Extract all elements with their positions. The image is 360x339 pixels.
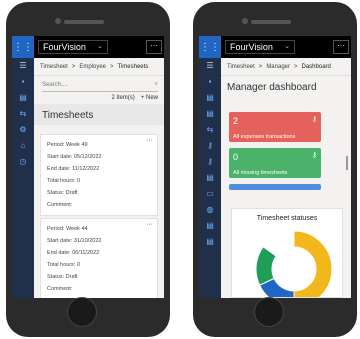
chevron-down-icon: ⌄ — [97, 43, 103, 50]
top-bar: ⋮⋮ FourVision ⌄ ··· — [12, 36, 164, 58]
dashboard-icon[interactable]: ▪ — [12, 74, 34, 90]
breadcrumb-separator: > — [71, 63, 76, 70]
hamburger-icon[interactable]: ☰ — [199, 58, 221, 74]
missing-timesheets-tile[interactable]: 0 ⚷ All missing timesheets — [229, 148, 321, 178]
card-hours: Total hours: 0 — [47, 178, 81, 184]
screen: ⋮⋮ FourVision ⌄ ··· ☰ ▪ ▤ ⇆ ⚙ ⌂ ◷ Timeshe… — [12, 36, 164, 298]
phone-manager: ⋮⋮ FourVision ⌄ ··· ☰ ▪ ▤ ▤ ⇆ ⚷ ⚷ ▤ ▭ ◍ ▤… — [193, 2, 357, 337]
card-hours: Total hours: 0 — [47, 262, 81, 268]
breadcrumb: Timesheet > Manager > Dashboard — [221, 58, 351, 76]
phone-employee: ⋮⋮ FourVision ⌄ ··· ☰ ▪ ▤ ⇆ ⚙ ⌂ ◷ Timeshe… — [6, 2, 170, 337]
search-input[interactable]: Search.... ⌕ — [42, 78, 158, 92]
card-comment: Comment: — [47, 286, 73, 292]
card-end: End date: 06/11/2022 — [47, 250, 100, 256]
card-comment: Comment: — [47, 202, 73, 208]
card-status: Status: Draft — [47, 190, 78, 196]
chat-icon[interactable]: ▭ — [199, 186, 221, 202]
breadcrumb-current: Timesheets — [117, 63, 149, 70]
breadcrumb-item[interactable]: Manager — [266, 64, 290, 70]
key-icon[interactable]: ⚷ — [199, 154, 221, 170]
donut-chart — [255, 230, 333, 297]
document-icon[interactable]: ▤ — [199, 170, 221, 186]
camera — [55, 18, 61, 24]
globe-icon[interactable]: ◍ — [199, 202, 221, 218]
grid-icon[interactable]: ⋮⋮ — [12, 36, 34, 58]
card-end: End date: 11/12/2022 — [47, 166, 100, 172]
camera — [242, 18, 248, 24]
home-icon[interactable]: ⌂ — [12, 138, 34, 154]
page-title: Timesheets — [34, 104, 164, 125]
app-switcher[interactable]: FourVision ⌄ — [225, 40, 295, 54]
top-bar: ⋮⋮ FourVision ⌄ ··· — [199, 36, 351, 58]
breadcrumb-item[interactable]: Timesheet — [40, 64, 68, 70]
nav-rail: ☰ ▪ ▤ ⇆ ⚙ ⌂ ◷ — [12, 58, 34, 298]
next-tile[interactable] — [229, 184, 321, 190]
nav-rail: ☰ ▪ ▤ ▤ ⇆ ⚷ ⚷ ▤ ▭ ◍ ▤ ▤ — [199, 58, 221, 298]
card-period: Period: Week 49 — [47, 142, 88, 148]
main-content: Timesheet > Manager > Dashboard Manager … — [221, 58, 351, 298]
expense-icon[interactable]: ⇆ — [199, 122, 221, 138]
card-start: Start date: 05/12/2022 — [47, 154, 102, 160]
app-name: FourVision — [43, 42, 86, 52]
main-content: Timesheet > Employee > Timesheets Search… — [34, 58, 164, 298]
screen: ⋮⋮ FourVision ⌄ ··· ☰ ▪ ▤ ▤ ⇆ ⚷ ⚷ ▤ ▭ ◍ ▤… — [199, 36, 351, 298]
speaker — [64, 20, 104, 24]
document-icon[interactable]: ▤ — [199, 218, 221, 234]
app-name: FourVision — [230, 42, 273, 52]
breadcrumb-separator: > — [294, 63, 298, 70]
grid-icon[interactable]: ⋮⋮ — [199, 36, 221, 58]
new-button[interactable]: + New — [141, 95, 158, 101]
search-icon[interactable]: ⌕ — [155, 81, 158, 88]
card-title: Timesheet statuses — [256, 215, 318, 222]
page-title: Manager dashboard — [227, 82, 317, 93]
document-icon[interactable]: ▤ — [199, 90, 221, 106]
hamburger-icon[interactable]: ☰ — [12, 58, 34, 74]
tile-label: All missing timesheets — [233, 170, 288, 176]
home-button — [67, 297, 97, 327]
card-start: Start date: 31/10/2022 — [47, 238, 102, 244]
expenses-tile[interactable]: 2 ⚷ All expenses transactions — [229, 112, 321, 142]
card-status: Status: Draft — [47, 274, 78, 280]
breadcrumb-separator: > — [110, 63, 114, 70]
document-icon[interactable]: ▤ — [199, 106, 221, 122]
chevron-down-icon: ⌄ — [284, 43, 290, 50]
document-icon[interactable]: ▤ — [199, 234, 221, 250]
tile-count: 0 — [233, 152, 239, 162]
settings-icon[interactable]: ⚙ — [12, 122, 34, 138]
key-icon: ⚷ — [311, 116, 317, 123]
card-more-icon[interactable]: ··· — [146, 137, 153, 144]
donut-slice[interactable] — [293, 230, 333, 297]
home-button — [254, 297, 284, 327]
tile-label: All expenses transactions — [233, 134, 296, 140]
app-switcher[interactable]: FourVision ⌄ — [38, 40, 108, 54]
breadcrumb-item[interactable]: Employee — [79, 64, 106, 70]
dashboard-icon[interactable]: ▪ — [199, 74, 221, 90]
expense-icon[interactable]: ⇆ — [12, 106, 34, 122]
breadcrumb: Timesheet > Employee > Timesheets — [34, 58, 164, 76]
card-period: Period: Week 44 — [47, 226, 88, 232]
list-toolbar: 2 item(s) + New — [34, 92, 164, 104]
clock-icon[interactable]: ◷ — [12, 154, 34, 170]
more-button[interactable]: ··· — [146, 40, 162, 54]
search-placeholder: Search.... — [42, 81, 68, 88]
tile-count: 2 — [233, 116, 239, 126]
item-count: 2 item(s) — [111, 95, 135, 101]
card-more-icon[interactable]: ··· — [146, 221, 153, 228]
timesheet-card[interactable]: ··· Period: Week 44 Start date: 31/10/20… — [40, 218, 158, 298]
document-icon[interactable]: ▤ — [12, 90, 34, 106]
key-icon[interactable]: ⚷ — [199, 138, 221, 154]
key-icon: ⚷ — [311, 152, 317, 159]
speaker — [251, 20, 291, 24]
more-button[interactable]: ··· — [333, 40, 349, 54]
timesheet-statuses-card: Timesheet statuses — [231, 208, 343, 298]
breadcrumb-separator: > — [258, 63, 263, 70]
timesheet-card[interactable]: ··· Period: Week 49 Start date: 05/12/20… — [40, 134, 158, 216]
scrollbar[interactable] — [346, 156, 348, 170]
breadcrumb-item[interactable]: Timesheet — [227, 64, 255, 70]
breadcrumb-current: Dashboard — [301, 63, 331, 70]
